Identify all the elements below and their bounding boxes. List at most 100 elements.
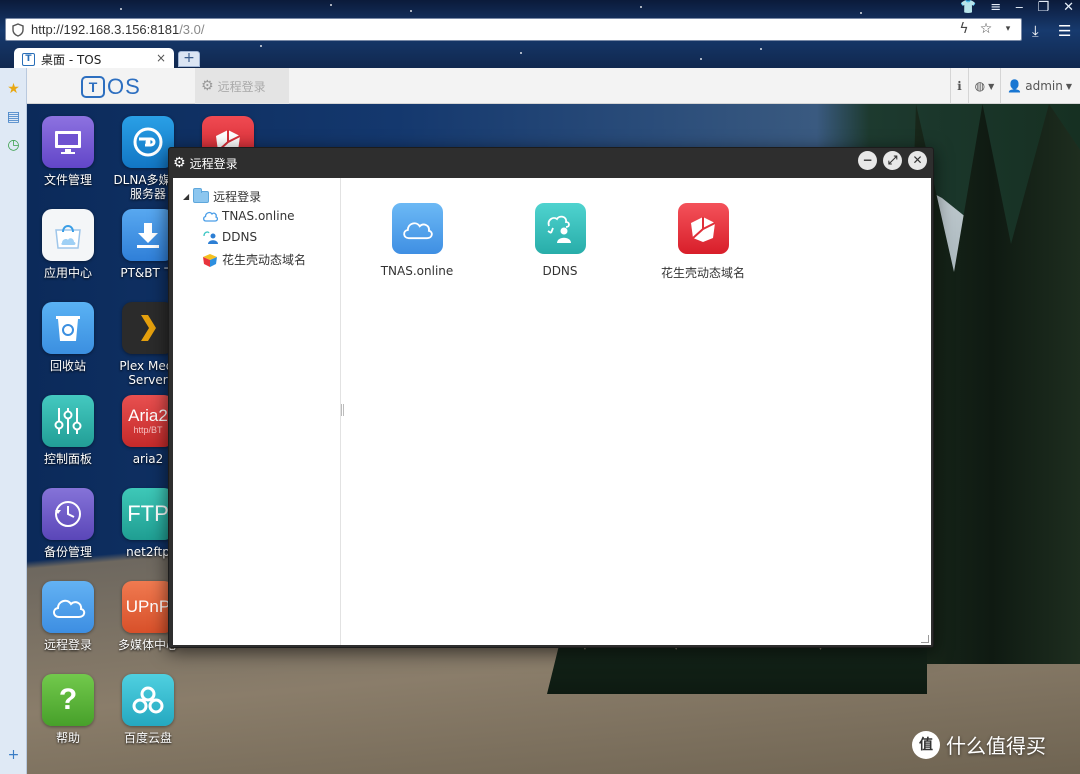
app-tile-label: TNAS.online	[380, 264, 454, 278]
recycle-icon	[42, 302, 94, 354]
tab-close-icon[interactable]: ×	[156, 51, 166, 65]
baidu-cloud-icon	[122, 674, 174, 726]
browser-sidebar: ★ ▤ ◷ +	[0, 68, 27, 774]
shirt-icon[interactable]: 👕	[960, 0, 976, 15]
url-host: http://192.168.3.156:8181	[31, 22, 180, 37]
plex-icon	[122, 302, 174, 354]
app-tile-tnas-online[interactable]: TNAS.online	[362, 203, 472, 278]
download-icon[interactable]: ⤓	[1032, 22, 1039, 40]
star-dot	[860, 12, 862, 14]
bag-icon	[42, 209, 94, 261]
history-clock-icon[interactable]: ◷	[6, 138, 21, 153]
ftp-icon: FTP	[122, 488, 174, 540]
close-icon[interactable]: ✕	[1063, 0, 1074, 15]
header-actions: ℹ ◍ ▼ 👤 admin ▼	[950, 68, 1080, 104]
desktop-icon-label: 远程登录	[43, 638, 92, 652]
ddns-icon	[203, 231, 218, 244]
desktop-icon-recycle-bin[interactable]: 回收站	[28, 290, 108, 383]
menu-icon[interactable]: ≡	[990, 0, 1001, 15]
app-grid: TNAS.online DDNS 花生壳动态域名	[342, 178, 931, 645]
app-tile-ddns[interactable]: DDNS	[505, 203, 615, 278]
star-dot	[330, 4, 332, 6]
desktop-icon-label: 回收站	[49, 359, 86, 373]
chevron-down-icon: ▼	[988, 81, 995, 91]
menu-icon[interactable]: ☰	[1058, 22, 1071, 40]
minimize-button[interactable]: −	[858, 151, 877, 170]
globe-icon: ◍	[974, 79, 986, 93]
aria2-icon-sub: http/BT	[133, 425, 163, 435]
dlna-icon	[122, 116, 174, 168]
cube-icon	[677, 203, 729, 254]
desktop-icon-control-panel[interactable]: 控制面板	[28, 383, 108, 476]
minimize-icon[interactable]: ‒	[1015, 0, 1023, 15]
star-dot	[700, 58, 702, 60]
tree-item-tnas-online[interactable]: TNAS.online	[202, 209, 295, 223]
desktop-icon-app-center[interactable]: 应用中心	[28, 197, 108, 290]
desktop-icon-label: 应用中心	[43, 266, 92, 280]
user-menu[interactable]: 👤 admin ▼	[1000, 68, 1080, 104]
tree-item-label: 花生壳动态域名	[222, 253, 307, 267]
cloud-icon	[42, 581, 94, 633]
desktop-icon-baidu-cloud[interactable]: 百度云盘	[108, 662, 188, 755]
info-icon: ℹ	[957, 79, 962, 93]
desktop-icon-label: 帮助	[55, 731, 80, 745]
window-title: 远程登录	[189, 156, 238, 171]
expand-icon: ⤢	[887, 153, 898, 167]
language-button[interactable]: ◍ ▼	[967, 68, 1001, 104]
watermark: 值 什么值得买	[912, 730, 1046, 759]
aria2-icon-text: Aria2	[128, 406, 168, 425]
star-dot	[260, 45, 262, 47]
chevron-down-icon: ▼	[1065, 81, 1072, 91]
maximize-button[interactable]: ⤢	[883, 151, 902, 170]
gear-icon: ⚙	[173, 155, 186, 171]
tos-logo-mark: T	[81, 76, 105, 98]
desktop-icon-backup[interactable]: 备份管理	[28, 476, 108, 569]
tree-item-label: DDNS	[222, 230, 258, 244]
add-icon[interactable]: +	[6, 748, 21, 763]
tree-item-label: TNAS.online	[222, 209, 295, 223]
browser-top-tools: 👕 ≡ ‒ ❐ ✕	[960, 0, 1074, 15]
minus-icon: −	[862, 153, 873, 167]
download-icon	[122, 209, 174, 261]
tree-item-ddns[interactable]: DDNS	[202, 230, 257, 244]
window-controls: − ⤢ ✕	[858, 151, 927, 170]
tree-item-oray[interactable]: 花生壳动态域名	[202, 251, 306, 268]
desktop-icon-file-manager[interactable]: 文件管理	[28, 104, 108, 197]
reader-icon[interactable]: ▤	[6, 110, 21, 125]
lightning-icon[interactable]: ϟ	[957, 22, 971, 36]
cloud-icon	[391, 203, 443, 254]
bookmark-star-icon[interactable]: ☆	[979, 22, 993, 36]
tree-root[interactable]: ◢ 远程登录	[183, 187, 262, 205]
desktop-icon-label: 备份管理	[43, 545, 92, 559]
favorites-star-icon[interactable]: ★	[6, 82, 21, 97]
tree-expand-icon[interactable]: ◢	[183, 192, 189, 201]
address-bar[interactable]: http://192.168.3.156:8181/3.0/ ϟ ☆ ▾	[5, 18, 1022, 41]
desktop-icon-label: 百度云盘	[123, 731, 172, 745]
close-button[interactable]: ✕	[908, 151, 927, 170]
tree-root-label: 远程登录	[213, 190, 262, 204]
gear-icon: ⚙	[201, 78, 214, 94]
dropdown-icon[interactable]: ▾	[1001, 22, 1015, 36]
tos-logo[interactable]: T OS	[81, 74, 141, 100]
resize-grip[interactable]	[921, 635, 929, 643]
desktop-icon-remote-login[interactable]: 远程登录	[28, 569, 108, 662]
browser-toolbar: 👕 ≡ ‒ ❐ ✕ http://192.168.3.156:8181/3.0/…	[0, 0, 1080, 68]
tos-logo-text: OS	[107, 74, 141, 99]
new-tab-button[interactable]: +	[178, 51, 200, 67]
tab-desktop[interactable]: T 桌面 - TOS ×	[14, 48, 174, 68]
url-text[interactable]: http://192.168.3.156:8181/3.0/	[31, 22, 204, 37]
desktop-icon-help[interactable]: ? 帮助	[28, 662, 108, 755]
desktop-icon-label: 文件管理	[43, 173, 92, 187]
close-icon: ✕	[912, 153, 923, 167]
monitor-icon	[42, 116, 94, 168]
tos-header: T OS ⚙ 远程登录 ℹ ◍ ▼ 👤 admin ▼	[27, 68, 1080, 104]
app-tile-label: DDNS	[542, 264, 578, 278]
app-tile-label: 花生壳动态域名	[660, 266, 745, 280]
restore-icon[interactable]: ❐	[1037, 0, 1049, 15]
taskbar-item-remote-login[interactable]: ⚙ 远程登录	[195, 68, 289, 104]
app-tile-oray[interactable]: 花生壳动态域名	[648, 203, 758, 281]
info-button[interactable]: ℹ	[950, 68, 968, 104]
star-dot	[520, 52, 522, 54]
folder-icon	[193, 187, 210, 203]
window-titlebar[interactable]: ⚙ 远程登录	[173, 152, 238, 174]
